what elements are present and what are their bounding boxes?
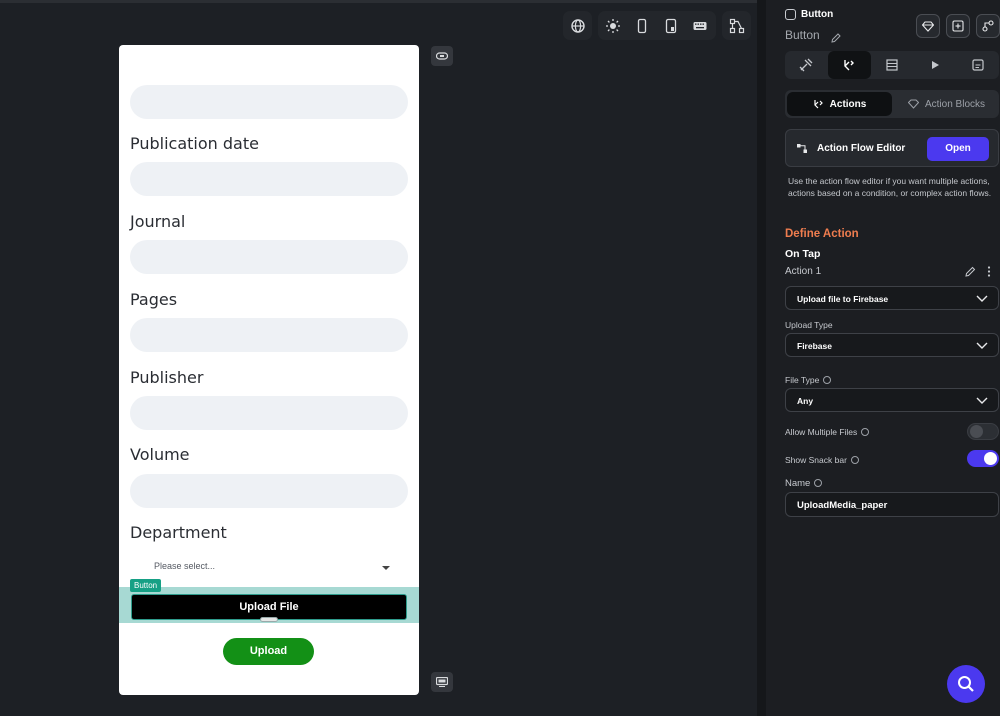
file-type-label-row: File Type [785,375,832,385]
action-icon [814,99,823,108]
allow-multiple-label-row: Allow Multiple Files [785,427,870,437]
name-input[interactable]: UploadMedia_paper [785,492,999,517]
show-snackbar-label: Show Snack bar [785,455,847,465]
file-type-select[interactable]: Any [785,388,999,412]
caret-down-icon [382,566,390,570]
button-widget-icon [785,9,796,20]
name-value: UploadMedia_paper [797,500,888,511]
department-dropdown[interactable]: Please select... [130,557,408,577]
upload-type-value: Firebase [797,341,832,351]
info-icon[interactable] [814,479,823,487]
sun-icon[interactable] [598,11,627,40]
keyboard-icon[interactable] [685,11,714,40]
text-field-1[interactable] [130,85,408,119]
upload-button[interactable]: Upload [223,638,314,665]
device-preview: Publication date Journal Pages Publisher… [119,45,419,695]
widget-name[interactable]: Button [785,28,820,42]
allow-multiple-toggle[interactable] [967,423,999,440]
note-add-icon [971,59,984,71]
label-journal: Journal [130,212,186,231]
search-fab[interactable] [947,665,985,703]
action-flow-editor-card: Action Flow Editor Open [785,129,999,167]
action-type-select[interactable]: Upload file to Firebase [785,286,999,310]
action1-label: Action 1 [785,266,822,277]
globe-icon[interactable] [563,11,592,40]
table-icon [886,59,898,71]
phone-icon[interactable] [627,11,656,40]
diamond-icon[interactable] [916,14,940,38]
file-type-label: File Type [785,375,820,385]
edit-action-icon[interactable] [965,266,976,277]
segment-action-blocks[interactable]: Action Blocks [894,90,999,118]
label-publisher: Publisher [130,368,204,387]
define-action-heading: Define Action [785,228,859,240]
desktop-icon[interactable] [431,672,453,692]
edit-name-icon[interactable] [831,30,841,48]
info-icon[interactable] [861,428,870,436]
on-tap-label: On Tap [785,248,821,260]
action-type-value: Upload file to Firebase [797,294,889,304]
volume-field[interactable] [130,474,408,508]
widget-type: Button [801,9,834,20]
search-icon [958,676,974,692]
chevron-down-icon [976,295,988,302]
name-label: Name [785,478,811,489]
name-label-row: Name [785,478,823,489]
properties-panel: Button Button Actions Action Blocks Acti… [757,0,1000,716]
journal-field[interactable] [130,240,408,274]
selection-tag: Button [130,579,162,592]
actions-segmented-control: Actions Action Blocks [785,90,999,118]
chevron-down-icon [976,397,988,404]
upload-type-select[interactable]: Firebase [785,333,999,357]
file-type-value: Any [797,396,814,406]
label-volume: Volume [130,445,190,464]
property-tabs [785,51,999,79]
diamond-icon [907,99,919,109]
tab-preview[interactable] [913,51,956,79]
toggle-link-icon[interactable] [431,46,453,66]
segment-action-blocks-label: Action Blocks [924,98,986,110]
afe-title: Action Flow Editor [817,143,906,154]
open-button[interactable]: Open [927,137,989,161]
publisher-field[interactable] [130,396,408,430]
info-icon[interactable] [850,456,859,464]
more-vert-icon[interactable] [987,266,991,277]
tab-actions[interactable] [827,51,871,79]
upload-type-label: Upload Type [785,320,833,330]
label-department: Department [130,523,227,542]
play-icon [931,61,939,69]
chevron-down-icon [976,342,988,349]
publication-date-field[interactable] [130,162,408,196]
resize-handle[interactable] [260,617,278,622]
label-pages: Pages [130,290,178,309]
tablet-icon[interactable] [656,11,685,40]
allow-multiple-label: Allow Multiple Files [785,427,858,437]
afe-help-text: Use the action flow editor if you want m… [788,176,992,198]
segment-actions[interactable]: Actions [787,92,892,116]
tree-icon[interactable] [722,11,751,40]
show-snackbar-toggle[interactable] [967,450,999,467]
show-snackbar-label-row: Show Snack bar [785,455,859,465]
tools-icon [799,58,813,72]
tab-notes[interactable] [956,51,999,79]
tab-layout[interactable] [871,51,914,79]
pages-field[interactable] [130,318,408,352]
language-toolbar [563,11,592,40]
label-publication-date: Publication date [130,134,259,153]
flow-icon [797,144,807,153]
segment-actions-label: Actions [829,98,867,110]
tree-link-icon[interactable] [976,14,1000,38]
dropdown-placeholder: Please select... [154,561,216,571]
action-icon [844,60,855,71]
info-icon[interactable] [823,376,832,384]
add-component-icon[interactable] [946,14,970,38]
device-toolbar [598,11,716,40]
tree-toolbar [722,11,751,40]
tab-properties[interactable] [785,51,828,79]
